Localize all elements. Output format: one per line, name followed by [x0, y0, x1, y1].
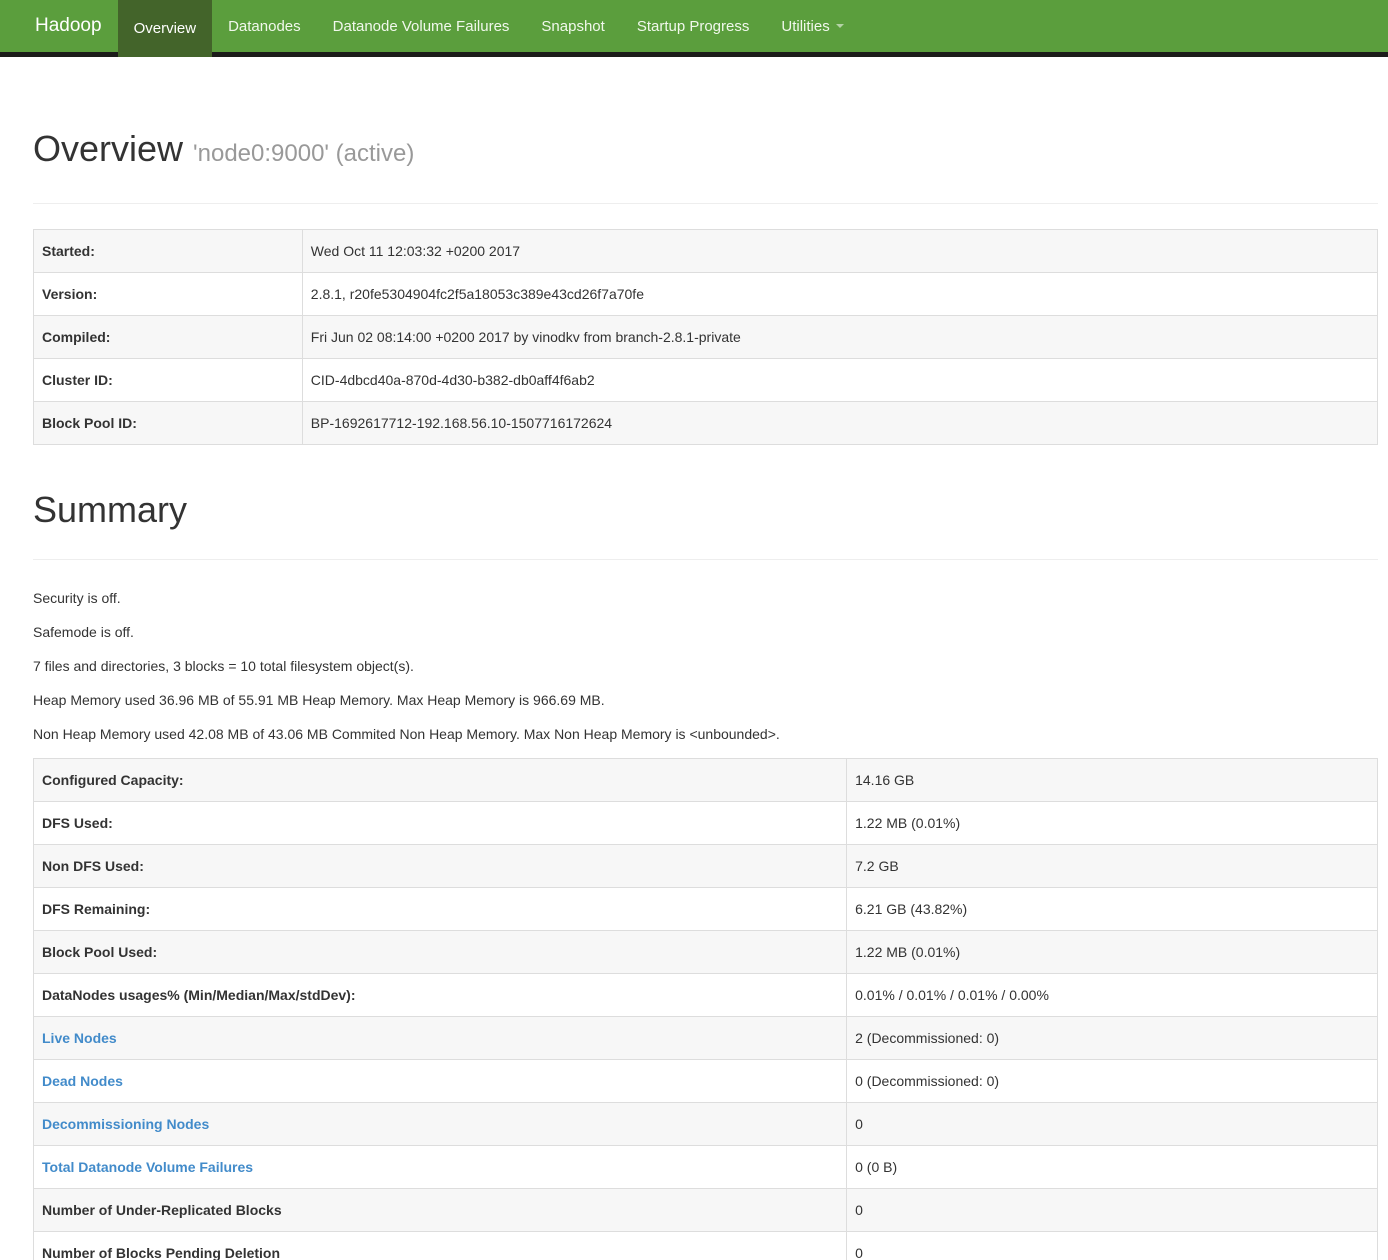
table-row: Cluster ID: CID-4dbcd40a-870d-4d30-b382-… — [34, 359, 1378, 402]
summary-text-block: Security is off. Safemode is off. 7 file… — [33, 588, 1378, 744]
summary-value-dfs-used: 1.22 MB (0.01%) — [847, 802, 1378, 845]
nav-link-datanodes[interactable]: Datanodes — [212, 0, 317, 52]
nav-item-startup-progress: Startup Progress — [621, 0, 766, 52]
summary-value-dfs-remaining: 6.21 GB (43.82%) — [847, 888, 1378, 931]
decommissioning-nodes-link[interactable]: Decommissioning Nodes — [42, 1116, 209, 1132]
table-row: Configured Capacity: 14.16 GB — [34, 759, 1378, 802]
main-content: Overview 'node0:9000' (active) Started: … — [0, 129, 1388, 1260]
table-row: Non DFS Used: 7.2 GB — [34, 845, 1378, 888]
summary-label-datanodes-usages: DataNodes usages% (Min/Median/Max/stdDev… — [34, 974, 847, 1017]
cluster-info-table: Started: Wed Oct 11 12:03:32 +0200 2017 … — [33, 229, 1378, 445]
table-row: DataNodes usages% (Min/Median/Max/stdDev… — [34, 974, 1378, 1017]
summary-label-dfs-remaining: DFS Remaining: — [34, 888, 847, 931]
table-row: Live Nodes 2 (Decommissioned: 0) — [34, 1017, 1378, 1060]
nav-link-overview[interactable]: Overview — [118, 0, 213, 57]
summary-label-dfs-used: DFS Used: — [34, 802, 847, 845]
info-label-version: Version: — [34, 273, 303, 316]
nav-link-utilities-dropdown[interactable]: Utilities — [765, 0, 859, 52]
summary-value-configured-capacity: 14.16 GB — [847, 759, 1378, 802]
nav-item-overview: Overview — [118, 0, 213, 52]
info-value-cluster-id: CID-4dbcd40a-870d-4d30-b382-db0aff4f6ab2 — [302, 359, 1377, 402]
nav-item-utilities: Utilities — [765, 0, 859, 52]
summary-section-header: Summary — [33, 490, 1378, 560]
utilities-label: Utilities — [781, 18, 829, 35]
page-subtitle: 'node0:9000' (active) — [193, 140, 414, 167]
info-label-cluster-id: Cluster ID: — [34, 359, 303, 402]
info-label-started: Started: — [34, 230, 303, 273]
table-row: Started: Wed Oct 11 12:03:32 +0200 2017 — [34, 230, 1378, 273]
nav-item-snapshot: Snapshot — [525, 0, 620, 52]
summary-paragraph-security: Security is off. — [33, 588, 1378, 608]
nav-item-datanodes: Datanodes — [212, 0, 317, 52]
summary-label-block-pool-used: Block Pool Used: — [34, 931, 847, 974]
summary-value-blocks-pending-deletion: 0 — [847, 1232, 1378, 1260]
summary-label-non-dfs-used: Non DFS Used: — [34, 845, 847, 888]
nav-item-datanode-volume-failures: Datanode Volume Failures — [317, 0, 526, 52]
table-row: DFS Used: 1.22 MB (0.01%) — [34, 802, 1378, 845]
info-value-version: 2.8.1, r20fe5304904fc2f5a18053c389e43cd2… — [302, 273, 1377, 316]
summary-value-non-dfs-used: 7.2 GB — [847, 845, 1378, 888]
info-label-compiled: Compiled: — [34, 316, 303, 359]
info-value-started: Wed Oct 11 12:03:32 +0200 2017 — [302, 230, 1377, 273]
summary-value-volume-failures: 0 (0 B) — [847, 1146, 1378, 1189]
table-row: Compiled: Fri Jun 02 08:14:00 +0200 2017… — [34, 316, 1378, 359]
summary-label-configured-capacity: Configured Capacity: — [34, 759, 847, 802]
nav-link-startup-progress[interactable]: Startup Progress — [621, 0, 766, 52]
summary-value-under-replicated-blocks: 0 — [847, 1189, 1378, 1232]
table-row: DFS Remaining: 6.21 GB (43.82%) — [34, 888, 1378, 931]
summary-label-under-replicated-blocks: Number of Under-Replicated Blocks — [34, 1189, 847, 1232]
table-row: Dead Nodes 0 (Decommissioned: 0) — [34, 1060, 1378, 1103]
summary-heading: Summary — [33, 490, 1378, 530]
table-row: Number of Under-Replicated Blocks 0 — [34, 1189, 1378, 1232]
table-row: Version: 2.8.1, r20fe5304904fc2f5a18053c… — [34, 273, 1378, 316]
page-header: Overview 'node0:9000' (active) — [33, 129, 1378, 204]
summary-value-live-nodes: 2 (Decommissioned: 0) — [847, 1017, 1378, 1060]
nav-list: Overview Datanodes Datanode Volume Failu… — [118, 0, 860, 52]
summary-value-datanodes-usages: 0.01% / 0.01% / 0.01% / 0.00% — [847, 974, 1378, 1017]
caret-down-icon — [836, 24, 844, 28]
table-row: Total Datanode Volume Failures 0 (0 B) — [34, 1146, 1378, 1189]
page-title: Overview — [33, 128, 183, 169]
summary-value-decommissioning-nodes: 0 — [847, 1103, 1378, 1146]
summary-value-block-pool-used: 1.22 MB (0.01%) — [847, 931, 1378, 974]
summary-table: Configured Capacity: 14.16 GB DFS Used: … — [33, 758, 1378, 1260]
summary-value-dead-nodes: 0 (Decommissioned: 0) — [847, 1060, 1378, 1103]
table-row: Block Pool Used: 1.22 MB (0.01%) — [34, 931, 1378, 974]
info-label-block-pool-id: Block Pool ID: — [34, 402, 303, 445]
summary-paragraph-safemode: Safemode is off. — [33, 622, 1378, 642]
summary-paragraph-non-heap-memory: Non Heap Memory used 42.08 MB of 43.06 M… — [33, 724, 1378, 744]
table-row: Block Pool ID: BP-1692617712-192.168.56.… — [34, 402, 1378, 445]
table-row: Number of Blocks Pending Deletion 0 — [34, 1232, 1378, 1260]
total-datanode-volume-failures-link[interactable]: Total Datanode Volume Failures — [42, 1159, 253, 1175]
dead-nodes-link[interactable]: Dead Nodes — [42, 1073, 123, 1089]
summary-label-blocks-pending-deletion: Number of Blocks Pending Deletion — [34, 1232, 847, 1260]
table-row: Decommissioning Nodes 0 — [34, 1103, 1378, 1146]
summary-paragraph-heap-memory: Heap Memory used 36.96 MB of 55.91 MB He… — [33, 690, 1378, 710]
nav-link-datanode-volume-failures[interactable]: Datanode Volume Failures — [317, 0, 526, 52]
nav-link-snapshot[interactable]: Snapshot — [525, 0, 620, 52]
navbar: Hadoop Overview Datanodes Datanode Volum… — [0, 0, 1388, 52]
brand-hadoop[interactable]: Hadoop — [0, 0, 118, 52]
live-nodes-link[interactable]: Live Nodes — [42, 1030, 117, 1046]
info-value-block-pool-id: BP-1692617712-192.168.56.10-150771617262… — [302, 402, 1377, 445]
summary-paragraph-filesystem-objects: 7 files and directories, 3 blocks = 10 t… — [33, 656, 1378, 676]
info-value-compiled: Fri Jun 02 08:14:00 +0200 2017 by vinodk… — [302, 316, 1377, 359]
